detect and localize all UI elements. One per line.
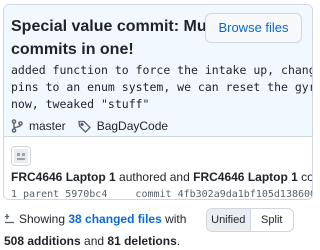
commit-label: commit <box>135 189 172 200</box>
branch-row: master BagDayCode <box>11 117 180 135</box>
file-diff-icon <box>4 214 14 224</box>
branch-name: master <box>29 119 66 133</box>
tag-link[interactable]: BagDayCode <box>77 119 169 133</box>
author-avatar[interactable] <box>11 146 31 166</box>
author-line: FRC4646 Laptop 1 authored and FRC4646 La… <box>11 170 313 184</box>
commit-header: Special value commit: Multiple commits i… <box>4 5 312 137</box>
git-branch-icon <box>11 119 23 133</box>
committed-text: committed <box>301 170 313 184</box>
unified-view-button[interactable]: Unified <box>207 209 251 231</box>
and-text: and <box>84 234 105 248</box>
split-view-button[interactable]: Split <box>251 209 294 231</box>
branch-link[interactable]: master <box>11 119 66 133</box>
sha-line: 1 parent 5970bc4 commit 4fb302a9da1bf105… <box>11 189 313 200</box>
changed-files-link[interactable]: 38 changed files <box>68 212 161 226</box>
tag-name: BagDayCode <box>96 119 169 133</box>
commit-box: Special value commit: Multiple commits i… <box>3 4 313 200</box>
committer-link[interactable]: FRC4646 Laptop 1 <box>193 170 298 184</box>
period-text: . <box>176 234 181 248</box>
parent-label: 1 parent <box>11 189 60 200</box>
diff-summary: Showing 38 changed files with 508 additi… <box>4 208 204 250</box>
with-text: with <box>165 212 187 226</box>
diff-view-toggle: Unified Split <box>206 208 294 232</box>
parent-sha-link[interactable]: 5970bc4 <box>65 189 107 199</box>
commit-sha: 4fb302a9da1bf105d1386002 <box>177 189 313 200</box>
authored-text: authored and <box>119 170 190 184</box>
author-link[interactable]: FRC4646 Laptop 1 <box>11 170 116 184</box>
browse-files-button[interactable]: Browse files <box>205 13 302 43</box>
commit-meta: FRC4646 Laptop 1 authored and FRC4646 La… <box>4 137 313 200</box>
showing-text: Showing <box>19 212 66 226</box>
commit-description: added function to force the intake up, c… <box>11 63 312 111</box>
avatar-icon <box>14 149 28 163</box>
deletions-count: 81 deletions <box>107 234 177 248</box>
additions-count: 508 additions <box>4 234 81 248</box>
tag-icon <box>77 120 91 133</box>
